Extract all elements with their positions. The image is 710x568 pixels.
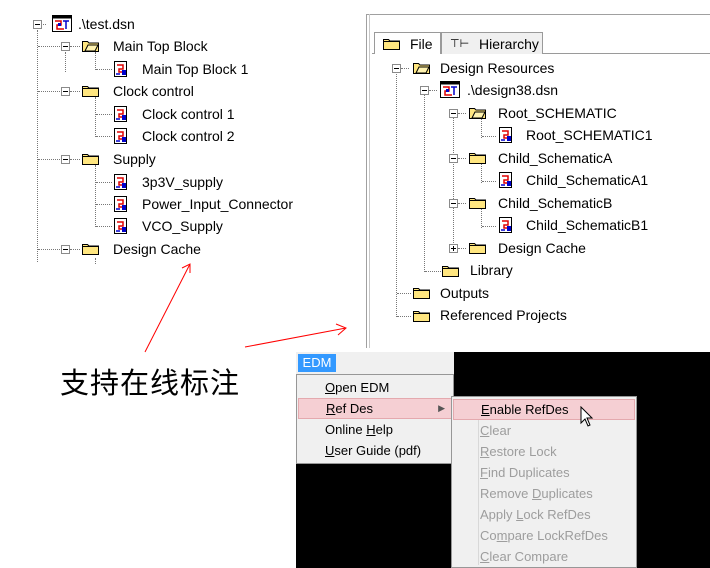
menu-item-apply-lock-refdes[interactable]: Apply Lock RefDes	[452, 504, 636, 525]
annotation-label: 支持在线标注	[60, 366, 241, 400]
menu-item-remove-duplicates[interactable]: Remove Duplicates	[452, 483, 636, 504]
menu-item-user-guide[interactable]: User Guide (pdf)	[297, 440, 453, 461]
mouse-cursor-icon	[580, 406, 594, 427]
menu-item-clear[interactable]: Clear	[452, 420, 636, 441]
menu-item-find-duplicates[interactable]: Find Duplicates	[452, 462, 636, 483]
menu-item-ref-des[interactable]: Ref Des ▶	[298, 398, 452, 419]
menu-item-enable-refdes[interactable]: Enable RefDes	[453, 399, 635, 420]
menu-edm[interactable]: EDM	[298, 354, 336, 372]
menu-item-open-edm[interactable]: Open EDM	[297, 377, 453, 398]
menu-item-restore-lock[interactable]: Restore Lock	[452, 441, 636, 462]
edm-dropdown: Open EDM Ref Des ▶ Online Help User Guide…	[296, 374, 454, 464]
menu-item-online-help[interactable]: Online Help	[297, 419, 453, 440]
menu-item-compare-lockrefdes[interactable]: Compare LockRefDes	[452, 525, 636, 546]
submenu-arrow-icon: ▶	[438, 403, 445, 413]
menu-item-clear-compare[interactable]: Clear Compare	[452, 546, 636, 567]
ref-des-submenu: Enable RefDes Clear Restore Lock Find Du…	[451, 396, 637, 568]
